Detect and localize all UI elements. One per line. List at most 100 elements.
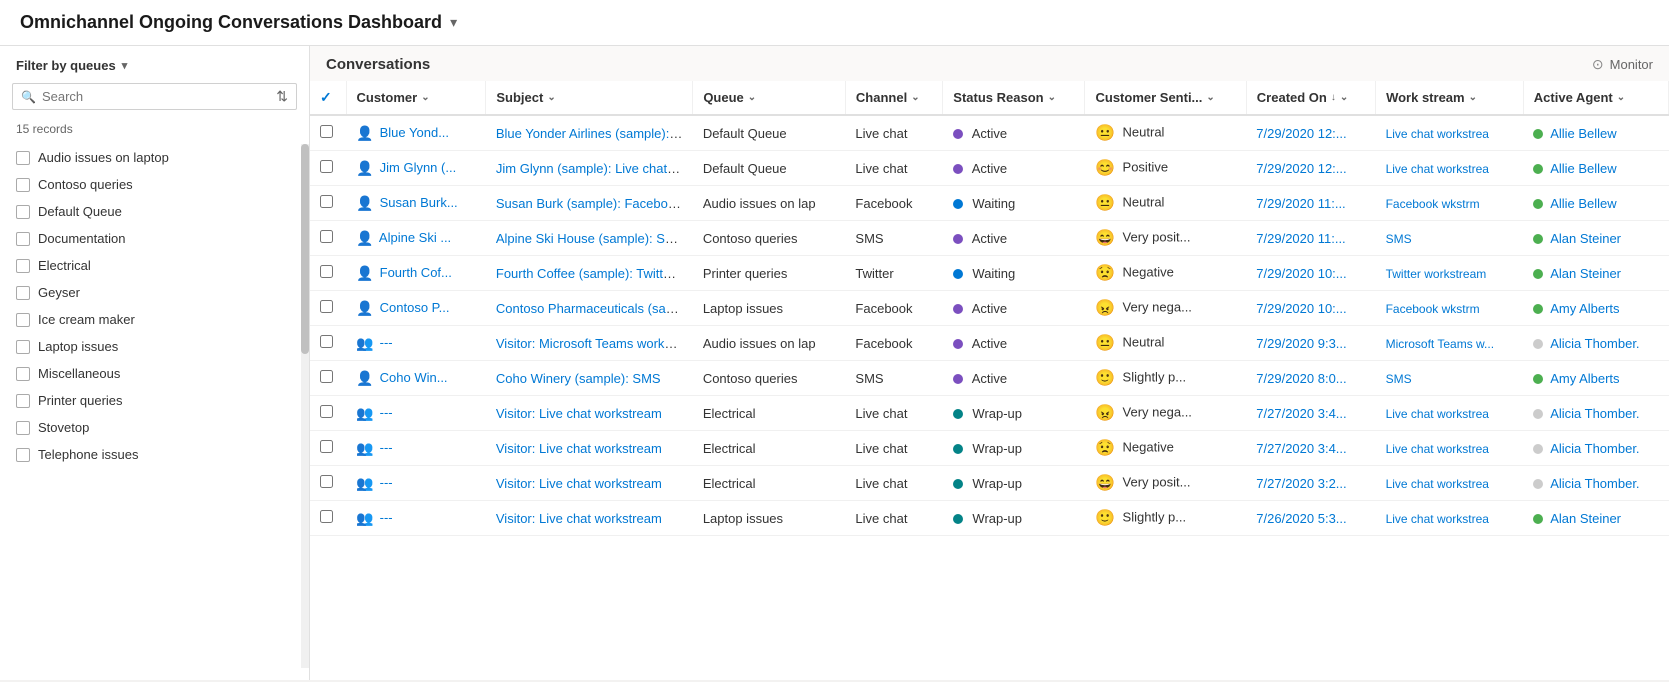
row-checkbox-cell[interactable] [310,466,346,501]
sort-icon[interactable]: ⇅ [276,88,288,105]
workstream-link[interactable]: Live chat workstrea [1386,407,1489,421]
customer-link[interactable]: --- [380,510,393,525]
subject-link[interactable]: Visitor: Live chat workstream [496,406,662,421]
customer-link[interactable]: --- [380,475,393,490]
table-row[interactable]: 👥 --- Visitor: Microsoft Teams workstrea… [310,326,1669,361]
customer-link[interactable]: --- [380,440,393,455]
queue-checkbox[interactable] [16,448,30,462]
agent-link[interactable]: Alicia Thomber. [1550,476,1639,491]
queue-item[interactable]: Electrical [0,252,309,279]
activeagent-sort-icon[interactable]: ⌄ [1617,92,1625,103]
sentiment-sort-icon[interactable]: ⌄ [1206,92,1214,103]
createdon-col-header[interactable]: Created On ↓ ⌄ [1246,81,1375,115]
workstream-link[interactable]: Live chat workstrea [1386,477,1489,491]
queue-item[interactable]: Geyser [0,279,309,306]
row-checkbox[interactable] [320,230,333,243]
workstream-link[interactable]: Live chat workstrea [1386,512,1489,526]
queue-checkbox[interactable] [16,178,30,192]
activeagent-col-header[interactable]: Active Agent ⌄ [1523,81,1668,115]
createdon-link[interactable]: 7/29/2020 11:... [1256,231,1345,246]
row-checkbox[interactable] [320,510,333,523]
row-checkbox-cell[interactable] [310,115,346,151]
agent-link[interactable]: Amy Alberts [1550,301,1619,316]
queue-item[interactable]: Audio issues on laptop [0,144,309,171]
agent-link[interactable]: Allie Bellew [1550,196,1616,211]
row-checkbox[interactable] [320,300,333,313]
agent-link[interactable]: Alan Steiner [1550,511,1621,526]
customer-link[interactable]: Coho Win... [380,370,448,385]
queue-checkbox[interactable] [16,421,30,435]
queue-sort-icon[interactable]: ⌄ [748,92,756,103]
row-checkbox[interactable] [320,405,333,418]
createdon-sort-icon[interactable]: ↓ [1331,92,1336,103]
workstream-link[interactable]: Microsoft Teams w... [1386,337,1494,351]
customer-col-header[interactable]: Customer ⌄ [346,81,486,115]
subject-link[interactable]: Coho Winery (sample): SMS [496,371,661,386]
queue-item[interactable]: Printer queries [0,387,309,414]
sentiment-col-header[interactable]: Customer Senti... ⌄ [1085,81,1246,115]
row-checkbox-cell[interactable] [310,291,346,326]
row-checkbox-cell[interactable] [310,396,346,431]
agent-link[interactable]: Allie Bellew [1550,126,1616,141]
queue-checkbox[interactable] [16,340,30,354]
createdon-link[interactable]: 7/27/2020 3:4... [1256,441,1346,456]
createdon-link[interactable]: 7/29/2020 8:0... [1256,371,1346,386]
subject-link[interactable]: Visitor: Live chat workstream [496,511,662,526]
row-checkbox-cell[interactable] [310,361,346,396]
customer-link[interactable]: Alpine Ski ... [379,230,451,245]
row-checkbox[interactable] [320,475,333,488]
createdon-link[interactable]: 7/26/2020 5:3... [1256,511,1346,526]
row-checkbox-cell[interactable] [310,256,346,291]
createdon-sort-icon2[interactable]: ⌄ [1340,92,1348,103]
customer-link[interactable]: Fourth Cof... [380,265,452,280]
queue-checkbox[interactable] [16,286,30,300]
workstream-link[interactable]: Twitter workstream [1386,267,1487,281]
customer-link[interactable]: Jim Glynn (... [380,160,457,175]
subject-link[interactable]: Visitor: Microsoft Teams workstream [496,336,693,351]
table-row[interactable]: 👤 Susan Burk... Susan Burk (sample): Fac… [310,186,1669,221]
createdon-link[interactable]: 7/29/2020 10:... [1256,301,1346,316]
createdon-link[interactable]: 7/27/2020 3:4... [1256,406,1346,421]
createdon-link[interactable]: 7/29/2020 12:... [1256,126,1346,141]
workstream-sort-icon[interactable]: ⌄ [1469,92,1477,103]
queue-checkbox[interactable] [16,232,30,246]
queue-item[interactable]: Stovetop [0,414,309,441]
queue-checkbox[interactable] [16,151,30,165]
table-row[interactable]: 👥 --- Visitor: Live chat workstream Elec… [310,396,1669,431]
row-checkbox[interactable] [320,160,333,173]
workstream-link[interactable]: Live chat workstrea [1386,442,1489,456]
agent-link[interactable]: Allie Bellew [1550,161,1616,176]
row-checkbox-cell[interactable] [310,151,346,186]
createdon-link[interactable]: 7/29/2020 10:... [1256,266,1346,281]
subject-link[interactable]: Fourth Coffee (sample): Twitter wor [496,266,693,281]
row-checkbox-cell[interactable] [310,501,346,536]
workstream-link[interactable]: Facebook wkstrm [1386,197,1480,211]
table-row[interactable]: 👤 Contoso P... Contoso Pharmaceuticals (… [310,291,1669,326]
createdon-link[interactable]: 7/29/2020 9:3... [1256,336,1346,351]
table-row[interactable]: 👥 --- Visitor: Live chat workstream Lapt… [310,501,1669,536]
queue-item[interactable]: Default Queue [0,198,309,225]
subject-link[interactable]: Visitor: Live chat workstream [496,476,662,491]
queue-item[interactable]: Laptop issues [0,333,309,360]
agent-link[interactable]: Alicia Thomber. [1550,336,1639,351]
agent-link[interactable]: Alan Steiner [1550,231,1621,246]
customer-link[interactable]: --- [380,405,393,420]
agent-link[interactable]: Alicia Thomber. [1550,406,1639,421]
monitor-button[interactable]: ⊙ Monitor [1592,56,1653,73]
workstream-link[interactable]: Live chat workstrea [1386,127,1489,141]
row-checkbox-cell[interactable] [310,221,346,256]
queue-item[interactable]: Miscellaneous [0,360,309,387]
row-checkbox-cell[interactable] [310,326,346,361]
createdon-link[interactable]: 7/27/2020 3:2... [1256,476,1346,491]
select-all-checkbox[interactable]: ✓ [320,89,332,105]
queue-checkbox[interactable] [16,205,30,219]
status-col-header[interactable]: Status Reason ⌄ [943,81,1085,115]
customer-sort-icon[interactable]: ⌄ [421,92,429,103]
customer-link[interactable]: Contoso P... [380,300,450,315]
createdon-link[interactable]: 7/29/2020 11:... [1256,196,1345,211]
row-checkbox[interactable] [320,265,333,278]
queue-item[interactable]: Ice cream maker [0,306,309,333]
scrollbar-thumb[interactable] [301,144,309,354]
subject-link[interactable]: Blue Yonder Airlines (sample): Live c... [496,126,693,141]
channel-sort-icon[interactable]: ⌄ [911,92,919,103]
